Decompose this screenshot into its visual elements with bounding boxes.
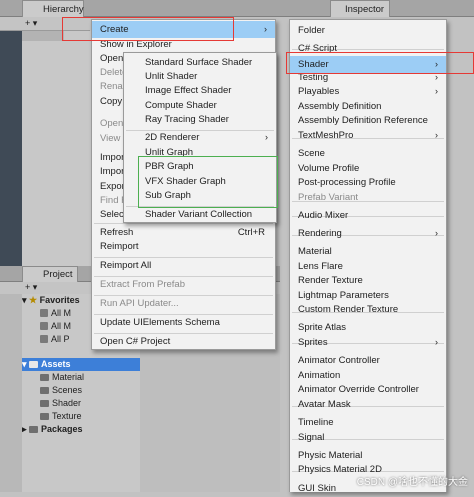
menu-item-shader-variant-collection[interactable]: Shader Variant Collection [124,206,276,223]
menu-item-custom-render-texture[interactable]: Custom Render Texture [290,301,446,318]
inspector-tab-label: Inspector [345,4,385,15]
chevron-right-icon: › [435,228,438,238]
hierarchy-tab-label: Hierarchy [43,4,84,15]
asset-folder-item[interactable]: Material [22,371,152,384]
hierarchy-selection-strip [22,31,64,41]
search-icon [40,335,48,343]
folder-icon [40,374,49,381]
menu-item-reimport[interactable]: Reimport [92,238,275,255]
folder-icon [40,387,49,394]
menu-item-avatar-mask[interactable]: Avatar Mask [290,396,446,413]
asset-folder-item[interactable]: Scenes [22,384,152,397]
packages-folder[interactable]: ▸ Packages [22,423,152,436]
menu-item-sprites[interactable]: Sprites › [290,334,446,351]
menu-item-open-csharp-project[interactable]: Open C# Project [92,333,275,350]
menu-item-prefab-variant[interactable]: Prefab Variant [290,189,446,206]
tab-hierarchy[interactable]: Hierarchy [22,0,84,17]
folder-icon [29,361,39,368]
folder-icon [40,400,49,407]
menu-item-ray-tracing-shader[interactable]: Ray Tracing Shader [124,111,276,128]
folder-icon [29,426,39,433]
menu-item-audio-mixer[interactable]: Audio Mixer [290,207,446,224]
search-icon [40,322,48,330]
create-submenu: Folder C# Script Shader › Testing › Playables ›… [289,19,447,494]
chevron-right-icon: › [435,337,438,347]
annotation-red-box-create [62,17,234,41]
star-icon: ★ [29,295,38,305]
annotation-red-box-shader [286,52,474,74]
annotation-green-box-graphs [138,156,278,208]
menu-item-textmeshpro[interactable]: TextMeshPro › [290,127,446,144]
asset-folder-item[interactable]: Texture [22,410,152,423]
scene-view-strip [0,31,22,266]
asset-folder-item[interactable]: Shader [22,397,152,410]
project-tab-label: Project [43,269,73,280]
search-icon [40,309,48,317]
menu-item-rendering[interactable]: Rendering › [290,225,446,242]
menu-item-folder[interactable]: Folder [290,22,446,39]
tab-project[interactable]: Project [22,266,78,282]
tab-inspector[interactable]: Inspector [330,0,390,17]
chevron-right-icon: › [435,130,438,140]
assets-folder[interactable]: ▾ Assets [22,358,152,371]
menu-item-reimport-all[interactable]: Reimport All [92,257,275,274]
watermark: CSDN @啥也不懂的大金 [356,477,468,488]
menu-item-run-api-updater[interactable]: Run API Updater... [92,295,275,312]
menu-item-extract-from-prefab[interactable]: Extract From Prefab [92,276,275,293]
menu-item-update-uielements[interactable]: Update UIElements Schema [92,314,275,331]
folder-icon [40,413,49,420]
project-left-strip [0,294,22,492]
project-add-button[interactable]: + ▾ [25,282,37,293]
menu-item-signal[interactable]: Signal [290,429,446,446]
hierarchy-add-button[interactable]: + ▾ [25,18,37,29]
